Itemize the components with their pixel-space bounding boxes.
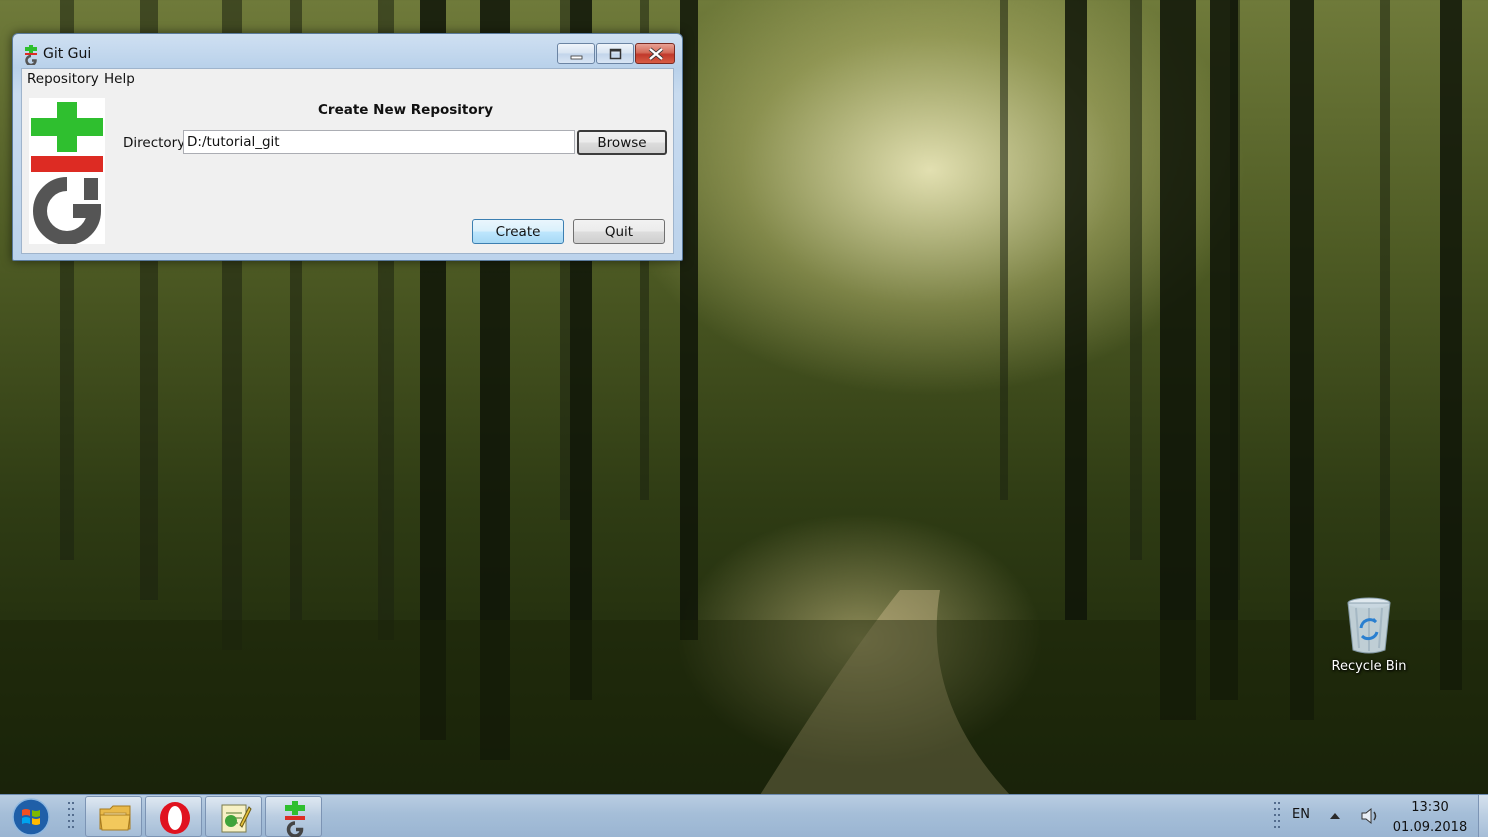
taskbar-notepad[interactable] — [205, 796, 262, 837]
git-gui-window: Git Gui Repository Help Create New Repos… — [12, 33, 683, 261]
taskbar-file-explorer[interactable] — [85, 796, 142, 837]
clock-date[interactable]: 01.09.2018 — [1392, 820, 1468, 835]
menu-bar: Repository Help — [22, 69, 673, 89]
git-logo — [29, 98, 105, 244]
quit-button[interactable]: Quit — [573, 219, 665, 244]
minimize-icon — [570, 55, 583, 60]
create-button[interactable]: Create — [472, 219, 564, 244]
directory-label: Directory: — [123, 135, 189, 151]
language-indicator[interactable]: EN — [1292, 807, 1310, 822]
taskbar-opera[interactable] — [145, 796, 202, 837]
git-gui-icon — [285, 801, 305, 837]
git-gui-app-icon — [25, 45, 37, 65]
show-desktop-button[interactable] — [1478, 795, 1488, 837]
recycle-bin-shortcut[interactable]: Recycle Bin — [1326, 596, 1412, 680]
browse-button[interactable]: Browse — [577, 130, 667, 155]
taskbar: EN 13:30 01.09.2018 — [0, 794, 1488, 837]
window-title: Git Gui — [43, 46, 92, 62]
directory-input[interactable] — [183, 130, 575, 154]
recycle-bin-label: Recycle Bin — [1331, 659, 1407, 674]
minimize-button[interactable] — [557, 43, 595, 64]
start-button[interactable] — [10, 797, 52, 837]
close-icon — [648, 47, 664, 61]
dialog-heading: Create New Repository — [318, 102, 494, 118]
maximize-icon — [609, 48, 622, 60]
windows-start-icon — [12, 798, 50, 836]
maximize-button[interactable] — [596, 43, 634, 64]
volume-icon[interactable] — [1360, 807, 1380, 825]
window-titlebar[interactable]: Git Gui — [13, 34, 682, 68]
taskbar-grip-left[interactable] — [67, 800, 75, 832]
taskbar-git-gui[interactable] — [265, 796, 322, 837]
close-button[interactable] — [635, 43, 675, 64]
taskbar-grip-right[interactable] — [1273, 800, 1281, 832]
menu-repository[interactable]: Repository — [27, 71, 99, 87]
menu-help[interactable]: Help — [104, 71, 135, 87]
show-hidden-icons-arrow-icon[interactable] — [1329, 811, 1341, 821]
opera-icon — [160, 802, 190, 834]
window-client-area: Repository Help Create New Repository Di… — [21, 68, 674, 254]
recycle-bin-icon — [1347, 597, 1391, 654]
clock-time[interactable]: 13:30 — [1400, 800, 1460, 815]
notepad-icon — [221, 804, 252, 833]
file-explorer-icon — [99, 805, 131, 831]
